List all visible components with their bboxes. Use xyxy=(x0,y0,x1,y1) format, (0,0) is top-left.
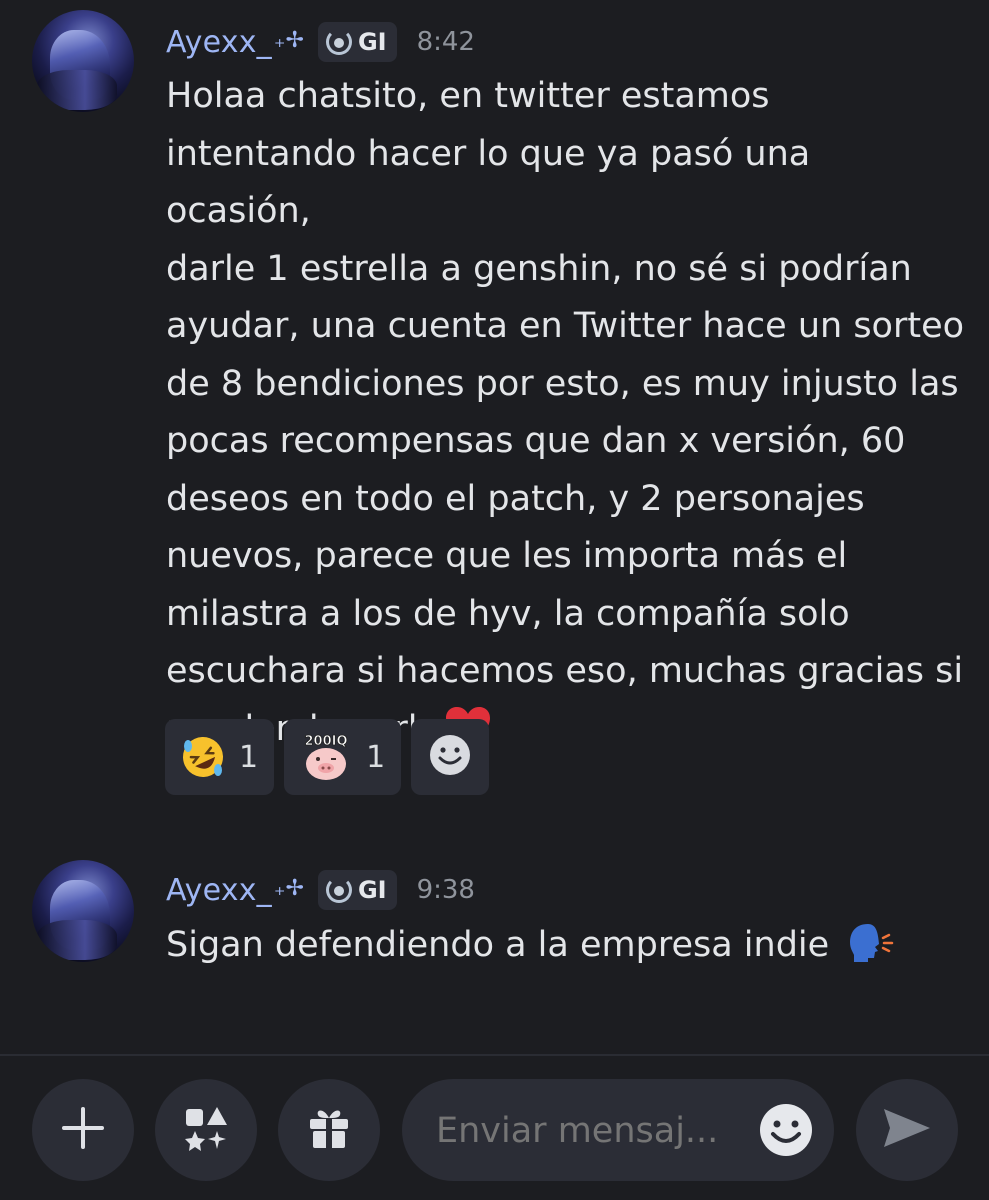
plus-icon xyxy=(58,1103,108,1157)
apps-button[interactable] xyxy=(155,1079,257,1181)
attach-button[interactable] xyxy=(32,1079,134,1181)
message-line: ayudar, una cuenta en Twitter hace un so… xyxy=(166,306,965,346)
message-line: Sigan defendiendo a la empresa indie xyxy=(166,925,830,965)
send-button[interactable] xyxy=(856,1079,958,1181)
message-line: Holaa chatsito, en twitter estamos xyxy=(166,76,770,116)
avatar-figure-base xyxy=(37,920,117,960)
gift-icon xyxy=(304,1103,354,1157)
message-text: Sigan defendiendo a la empresa indie xyxy=(166,917,966,983)
message-line: milastra a los de hyv, la compañía solo xyxy=(166,593,850,634)
smiley-icon xyxy=(760,1104,812,1156)
message-header: Ayexx_ ₊✢ GI 9:38 xyxy=(166,866,475,914)
speaking-head-icon xyxy=(848,922,896,983)
reactions-bar: 1 200IQ 1 xyxy=(165,719,490,795)
username[interactable]: Ayexx_ xyxy=(166,25,272,60)
guild-tag-icon xyxy=(325,877,352,903)
avatar[interactable] xyxy=(32,860,134,962)
reaction-rofl[interactable]: 1 xyxy=(165,719,275,795)
message-line: darle 1 estrella a genshin, no sé si pod… xyxy=(166,248,912,289)
rolling-laughing-icon xyxy=(179,733,227,781)
timestamp: 8:42 xyxy=(416,27,475,57)
send-icon xyxy=(880,1103,934,1157)
composer-bar xyxy=(0,1070,989,1190)
message-line: intentando hacer lo que ya pasó una ocas… xyxy=(166,133,811,232)
message-line: deseos en todo el patch, y 2 personajes xyxy=(166,478,865,519)
message-input-container[interactable] xyxy=(402,1079,834,1183)
guild-tag[interactable]: GI xyxy=(317,870,397,910)
message-line: escuchara si hacemos eso, muchas gracias… xyxy=(166,651,964,691)
message-input[interactable] xyxy=(434,1079,738,1183)
emoji-picker-button[interactable] xyxy=(758,1102,814,1158)
add-reaction-button[interactable] xyxy=(411,719,490,795)
guild-tag[interactable]: GI xyxy=(317,22,397,62)
apps-icon xyxy=(181,1103,231,1157)
message-line: nuevos, parece que les importa más el xyxy=(166,536,848,576)
avatar[interactable] xyxy=(32,10,134,112)
gift-button[interactable] xyxy=(278,1079,380,1181)
guild-tag-label: GI xyxy=(357,876,387,904)
message-header: Ayexx_ ₊✢ GI 8:42 xyxy=(166,18,475,66)
username-suffix: ₊✢ xyxy=(273,27,304,53)
reaction-count: 1 xyxy=(239,739,259,775)
reaction-pig-200iq[interactable]: 200IQ 1 xyxy=(284,719,402,795)
pig-200iq-icon: 200IQ xyxy=(298,733,354,781)
timestamp: 9:38 xyxy=(416,875,475,905)
username[interactable]: Ayexx_ xyxy=(166,873,272,908)
guild-tag-label: GI xyxy=(357,28,387,56)
avatar-figure-base xyxy=(37,70,117,110)
sticker-text: 200IQ xyxy=(305,734,348,749)
guild-tag-icon xyxy=(325,29,352,55)
smiley-icon xyxy=(428,733,472,781)
message-text: Holaa chatsito, en twitter estamos inten… xyxy=(166,68,966,758)
message-line: pocas recompensas que dan x versión, 60 xyxy=(166,421,906,461)
composer-divider xyxy=(0,1054,989,1056)
username-suffix: ₊✢ xyxy=(273,875,304,901)
message-line: de 8 bendiciones por esto, es muy injust… xyxy=(166,363,959,404)
reaction-count: 1 xyxy=(366,739,386,775)
